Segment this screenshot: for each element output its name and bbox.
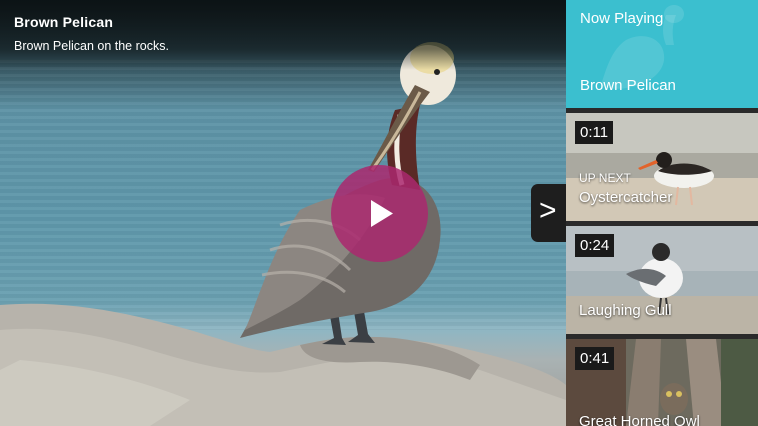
playlist-item-great-horned-owl[interactable]: 0:41 Great Horned Owl	[566, 339, 758, 426]
playlist-sidebar: Now Playing Brown Pelican 0:11 UP NEXT O…	[566, 0, 758, 426]
duration-badge: 0:41	[575, 347, 615, 370]
playlist-item-oystercatcher[interactable]: 0:11 UP NEXT Oystercatcher	[566, 113, 758, 221]
chevron-right-icon: >	[539, 194, 557, 227]
playlist-item-laughing-gull[interactable]: 0:24 Laughing Gull	[566, 226, 758, 334]
playlist-now-playing[interactable]: Now Playing Brown Pelican	[566, 0, 758, 108]
play-icon	[371, 200, 393, 227]
duration-badge: 0:24	[575, 234, 615, 257]
up-next-label: UP NEXT	[579, 171, 631, 185]
title-overlay: Brown Pelican Brown Pelican on the rocks…	[0, 0, 566, 70]
video-title: Brown Pelican	[14, 14, 114, 30]
play-button[interactable]	[331, 165, 428, 262]
now-playing-label: Now Playing	[580, 10, 664, 27]
playlist-item-title: Great Horned Owl	[579, 413, 700, 426]
duration-badge: 0:11	[575, 121, 614, 144]
video-description: Brown Pelican on the rocks.	[14, 39, 169, 53]
playlist-item-title: Laughing Gull	[579, 302, 672, 319]
now-playing-title: Brown Pelican	[580, 77, 676, 94]
playlist-item-title: Oystercatcher	[579, 189, 673, 206]
next-video-arrow[interactable]: >	[531, 184, 566, 242]
video-player[interactable]: Brown Pelican Brown Pelican on the rocks…	[0, 0, 566, 426]
